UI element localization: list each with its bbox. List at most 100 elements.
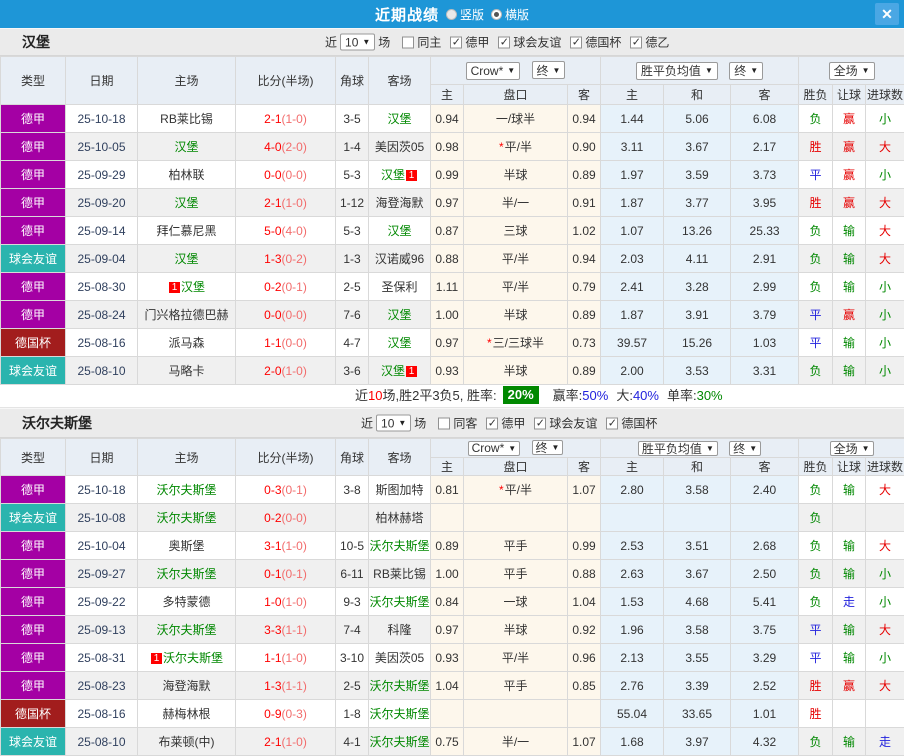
checkbox-unchecked-icon[interactable] bbox=[402, 36, 414, 48]
layout-radio-horizontal[interactable]: 横版 bbox=[491, 6, 529, 23]
avg-home-odds-cell: 2.80 bbox=[601, 476, 664, 504]
final-avg-select[interactable]: 终▼ bbox=[729, 62, 763, 80]
games-label: 场 bbox=[378, 34, 390, 51]
league-type-cell: 德甲 bbox=[1, 301, 66, 329]
away-team-cell: 沃尔夫斯堡 bbox=[369, 728, 431, 756]
fulltime-select-value: 全场 bbox=[834, 440, 858, 457]
home-team-cell: 门兴格拉德巴赫 bbox=[138, 301, 236, 329]
away-team-cell: 海登海默 bbox=[369, 189, 431, 217]
handicap-cell: *平/半 bbox=[464, 476, 568, 504]
team-name: 派马森 bbox=[168, 336, 204, 350]
result-cell: 负 bbox=[799, 728, 833, 756]
checkbox-checked-icon[interactable]: ✓ bbox=[498, 36, 510, 48]
radio-checked-icon[interactable] bbox=[491, 9, 502, 20]
league-filter[interactable]: ✓德甲 bbox=[450, 34, 489, 51]
close-button[interactable]: ✕ bbox=[875, 3, 899, 25]
crow-away-odds-cell: 0.89 bbox=[568, 161, 601, 189]
home-team-cell: 多特蒙德 bbox=[138, 588, 236, 616]
avg-draw-odds-cell: 3.77 bbox=[664, 189, 731, 217]
match-row: 球会友谊25-09-04汉堡1-3(0-2)1-3汉诺威960.88平/半0.9… bbox=[1, 245, 904, 273]
home-team-cell: 沃尔夫斯堡 bbox=[138, 476, 236, 504]
team-name: 汉堡 bbox=[181, 280, 205, 294]
crow-away-odds-cell: 1.04 bbox=[568, 588, 601, 616]
sub-col-header: 进球数 bbox=[866, 458, 904, 476]
result-cell: 负 bbox=[799, 476, 833, 504]
team-section-home: 汉堡 近 10 ▼ 场 同主 ✓德甲✓球会友谊✓德国杯✓德乙 bbox=[0, 28, 904, 408]
handicap-result-cell: 输 bbox=[833, 357, 866, 385]
handicap-value: 一/球半 bbox=[496, 112, 535, 126]
radio-unchecked-icon[interactable] bbox=[446, 9, 457, 20]
handicap-win-pct: 50% bbox=[582, 388, 608, 403]
final-odds-select-value: 终 bbox=[536, 439, 548, 456]
crow-home-odds-cell: 0.87 bbox=[431, 217, 464, 245]
final-avg-select[interactable]: 终▼ bbox=[729, 441, 761, 456]
handicap-result-cell: 赢 bbox=[833, 672, 866, 700]
fulltime-select[interactable]: 全场▼ bbox=[830, 441, 874, 456]
sub-col-header: 主 bbox=[431, 85, 464, 105]
crow-home-odds-cell bbox=[431, 504, 464, 532]
halftime-score: (0-0) bbox=[282, 168, 307, 182]
avg-home-odds-cell: 2.03 bbox=[601, 245, 664, 273]
handicap-value: 三球 bbox=[503, 224, 527, 238]
match-count-select[interactable]: 10 ▼ bbox=[340, 34, 375, 51]
team-name: 汉堡 bbox=[381, 364, 405, 378]
dropdown-arrow-icon: ▼ bbox=[750, 66, 758, 75]
final-odds-select[interactable]: 终▼ bbox=[532, 61, 566, 79]
avg-draw-odds-cell: 3.53 bbox=[664, 357, 731, 385]
sub-col-header: 和 bbox=[664, 458, 731, 476]
league-filter[interactable]: ✓德乙 bbox=[630, 34, 669, 51]
score-cell: 0-3(0-1) bbox=[236, 476, 336, 504]
corners-cell: 3-6 bbox=[336, 357, 369, 385]
same-venue-filter[interactable]: 同客 bbox=[438, 415, 477, 432]
final-avg-select-value: 终 bbox=[734, 62, 746, 79]
summary-stats: 场,胜2平3负5, 胜率: bbox=[382, 388, 496, 403]
league-filter[interactable]: ✓球会友谊 bbox=[498, 34, 561, 51]
bookmaker-select[interactable]: Crow*▼ bbox=[466, 62, 521, 80]
crow-home-odds-cell bbox=[431, 700, 464, 728]
checkbox-checked-icon[interactable]: ✓ bbox=[534, 417, 546, 429]
home-team-cell: 1汉堡 bbox=[138, 273, 236, 301]
crow-away-odds-cell: 0.89 bbox=[568, 301, 601, 329]
score-cell: 2-0(1-0) bbox=[236, 357, 336, 385]
final-odds-select[interactable]: 终▼ bbox=[532, 440, 564, 455]
bookmaker-select[interactable]: Crow*▼ bbox=[468, 441, 521, 456]
corners-cell: 10-5 bbox=[336, 532, 369, 560]
league-filter[interactable]: ✓德国杯 bbox=[606, 415, 657, 432]
summary-row: 近10场,胜2平3负5, 胜率:20%赢率:50%大:40%单率:30% bbox=[0, 385, 904, 408]
match-row: 德甲25-08-24门兴格拉德巴赫0-0(0-0)7-6汉堡1.00半球0.89… bbox=[1, 301, 904, 329]
league-filter[interactable]: ✓球会友谊 bbox=[534, 415, 597, 432]
league-filter[interactable]: ✓德甲 bbox=[486, 415, 525, 432]
match-count-value: 10 bbox=[345, 35, 358, 49]
fulltime-score: 0-9 bbox=[264, 707, 281, 721]
win-rate-chip: 20% bbox=[503, 386, 539, 404]
team-name: 赫梅林根 bbox=[162, 707, 210, 721]
match-count-select[interactable]: 10 ▼ bbox=[376, 415, 411, 432]
handicap-value: 半/一 bbox=[502, 735, 529, 749]
corners-cell: 1-8 bbox=[336, 700, 369, 728]
fulltime-select[interactable]: 全场▼ bbox=[829, 62, 875, 80]
games-label: 场 bbox=[414, 415, 426, 432]
home-team-cell: 沃尔夫斯堡 bbox=[138, 504, 236, 532]
date-cell: 25-08-16 bbox=[66, 700, 138, 728]
checkbox-checked-icon[interactable]: ✓ bbox=[486, 417, 498, 429]
avg-odds-select[interactable]: 胜平负均值▼ bbox=[638, 441, 718, 456]
team-section-away: 沃尔夫斯堡 近 10 ▼ 场 同客 ✓德甲✓球会友谊✓德国杯 bbox=[0, 408, 904, 756]
handicap-cell: 平手 bbox=[464, 560, 568, 588]
checkbox-checked-icon[interactable]: ✓ bbox=[630, 36, 642, 48]
avg-odds-select[interactable]: 胜平负均值▼ bbox=[636, 62, 718, 80]
match-row: 德甲25-10-05汉堡4-0(2-0)1-4美因茨050.98*平/半0.90… bbox=[1, 133, 904, 161]
checkbox-unchecked-icon[interactable] bbox=[438, 417, 450, 429]
checkbox-checked-icon[interactable]: ✓ bbox=[606, 417, 618, 429]
checkbox-checked-icon[interactable]: ✓ bbox=[570, 36, 582, 48]
league-type-cell: 球会友谊 bbox=[1, 357, 66, 385]
league-type-cell: 德甲 bbox=[1, 560, 66, 588]
handicap-result-cell: 输 bbox=[833, 560, 866, 588]
sub-col-header: 和 bbox=[664, 85, 731, 105]
league-filter[interactable]: ✓德国杯 bbox=[570, 34, 621, 51]
match-row: 球会友谊25-08-10布莱顿(中)2-1(1-0)4-1沃尔夫斯堡0.75半/… bbox=[1, 728, 904, 756]
checkbox-checked-icon[interactable]: ✓ bbox=[450, 36, 462, 48]
same-venue-filter[interactable]: 同主 bbox=[402, 34, 441, 51]
handicap-result-cell: 输 bbox=[833, 476, 866, 504]
handicap-value: 半球 bbox=[503, 168, 527, 182]
layout-radio-vertical[interactable]: 竖版 bbox=[446, 6, 484, 23]
